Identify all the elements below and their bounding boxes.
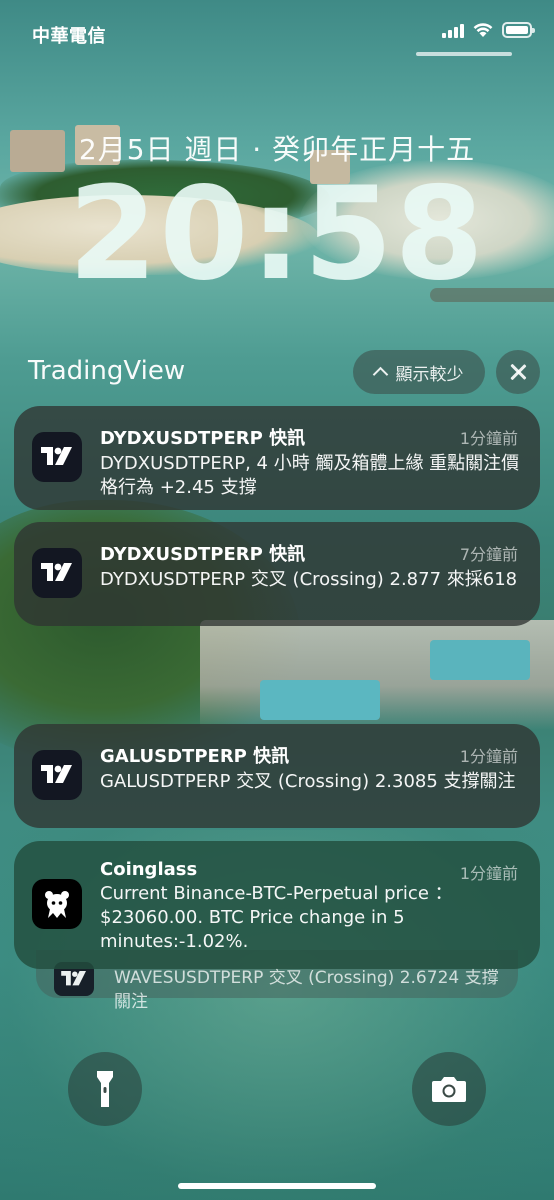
notification-title: DYDXUSDTPERP 快訊 [100,428,306,449]
camera-icon [432,1077,466,1102]
wallpaper-pool [430,640,530,680]
status-icons [442,22,535,38]
tradingview-icon [32,432,82,482]
notification-body: DYDXUSDTPERP, 4 小時 觸及箱體上緣 重點關注價格行為 +2.45… [100,453,520,498]
home-indicator[interactable] [178,1183,376,1189]
notification-group-title: TradingView [28,356,186,386]
close-icon [509,363,527,381]
signal-icon [442,22,464,38]
notification-card[interactable]: DYDXUSDTPERP 快訊 7分鐘前 DYDXUSDTPERP 交叉 (Cr… [14,522,540,626]
notification-card[interactable]: GALUSDTPERP 快訊 1分鐘前 GALUSDTPERP 交叉 (Cros… [14,724,540,828]
stacked-notification-body: WAVESUSDTPERP 交叉 (Crossing) 2.6724 支撐 關注 [114,968,499,1012]
notification-time: 1分鐘前 [459,429,518,448]
notification-body: GALUSDTPERP 交叉 (Crossing) 2.3085 支撐關注 [100,771,516,792]
notification-time: 7分鐘前 [459,545,518,564]
notification-card[interactable]: DYDXUSDTPERP 快訊 1分鐘前 DYDXUSDTPERP, 4 小時 … [14,406,540,510]
coinglass-icon [32,879,82,929]
notification-card[interactable]: Coinglass 1分鐘前 Current Binance-BTC-Perpe… [14,841,540,969]
wallpaper-pool [260,680,380,720]
camera-button[interactable] [412,1052,486,1126]
wifi-icon [473,23,493,37]
show-less-button[interactable]: 顯示較少 [353,350,485,394]
clear-group-button[interactable] [496,350,540,394]
flashlight-button[interactable] [68,1052,142,1126]
notification-time: 1分鐘前 [459,747,518,766]
notification-body: Current Binance-BTC-Perpetual price ：$23… [100,883,453,952]
tradingview-icon [32,750,82,800]
chevron-up-icon [372,366,388,383]
carrier-name: 中華電信 [32,26,106,47]
notification-time: 1分鐘前 [459,864,518,883]
status-bar: 中華電信 [0,0,554,60]
notification-body: DYDXUSDTPERP 交叉 (Crossing) 2.877 來採618 [100,569,518,590]
battery-icon [502,22,535,38]
control-center-indicator[interactable] [416,52,512,56]
notification-title: DYDXUSDTPERP 快訊 [100,544,306,565]
show-less-label: 顯示較少 [395,364,464,385]
notification-title: Coinglass [100,859,198,880]
notification-title: GALUSDTPERP 快訊 [100,746,290,767]
flashlight-icon [97,1071,113,1107]
tradingview-icon [32,548,82,598]
lock-screen-clock: 20:58 [68,160,486,309]
